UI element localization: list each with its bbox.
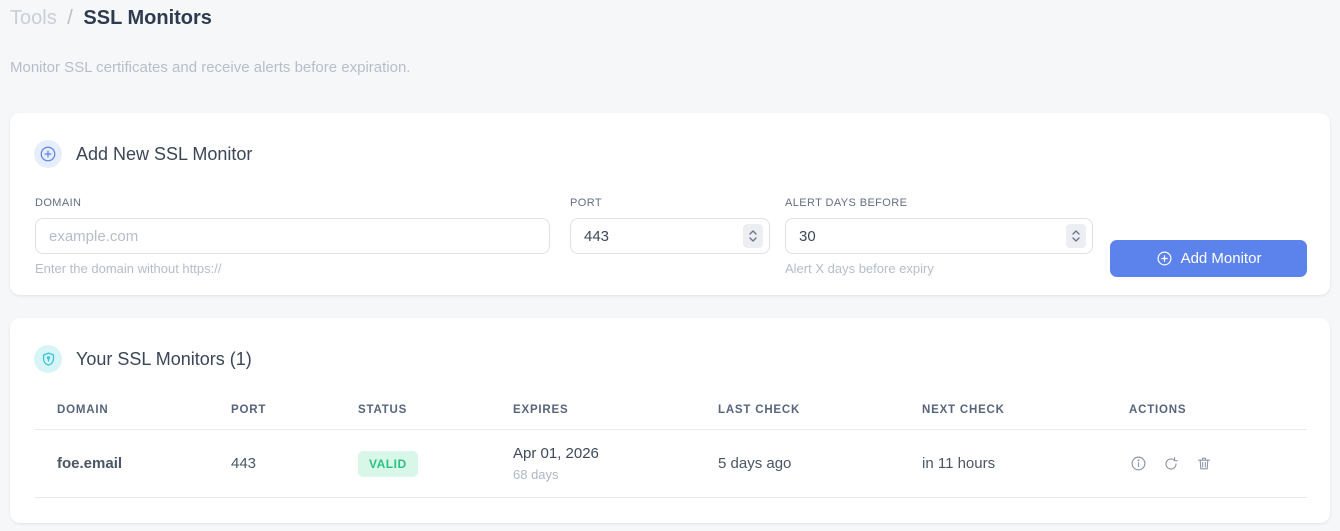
column-header-actions: ACTIONS [1107, 404, 1307, 430]
plus-circle-icon [1156, 250, 1173, 267]
domain-field-group: DOMAIN Enter the domain without https:// [35, 197, 550, 276]
refresh-button[interactable] [1162, 455, 1180, 473]
breadcrumb-separator: / [67, 7, 73, 29]
column-header-domain: DOMAIN [35, 404, 209, 430]
delete-button[interactable] [1195, 455, 1213, 473]
alert-days-helper-text: Alert X days before expiry [785, 261, 934, 276]
add-monitor-card-title: Add New SSL Monitor [76, 143, 253, 164]
monitors-card-header: Your SSL Monitors (1) [34, 345, 252, 373]
info-icon [1130, 455, 1147, 472]
column-header-port: PORT [209, 404, 336, 430]
add-monitor-button-label: Add Monitor [1180, 250, 1262, 267]
alert-days-stepper[interactable] [1066, 224, 1086, 248]
column-header-expires: EXPIRES [491, 404, 696, 430]
domain-input[interactable] [35, 218, 550, 254]
shield-icon [34, 345, 62, 373]
table-header-row: DOMAIN PORT STATUS EXPIRES LAST CHECK NE… [35, 404, 1307, 430]
alert-days-label: ALERT DAYS BEFORE [785, 197, 908, 209]
monitor-domain: foe.email [35, 429, 209, 498]
trash-icon [1196, 455, 1212, 472]
breadcrumb: Tools / SSL Monitors [10, 7, 212, 30]
alert-days-input[interactable] [785, 218, 1093, 254]
table-row: foe.email 443 VALID Apr 01, 2026 68 days… [35, 429, 1307, 498]
domain-helper-text: Enter the domain without https:// [35, 261, 222, 276]
add-monitor-card-header: Add New SSL Monitor [34, 140, 252, 168]
port-label: PORT [570, 197, 602, 209]
domain-label: DOMAIN [35, 197, 82, 209]
monitor-next-check: in 11 hours [900, 429, 1107, 498]
port-stepper[interactable] [743, 224, 763, 248]
info-button[interactable] [1129, 455, 1147, 473]
monitors-card: Your SSL Monitors (1) DOMAIN PORT STATUS… [10, 318, 1330, 523]
page-title: SSL Monitors [83, 7, 212, 29]
alert-days-field-group: ALERT DAYS BEFORE Alert X days before ex… [785, 197, 1093, 276]
breadcrumb-tools[interactable]: Tools [10, 7, 57, 29]
column-header-status: STATUS [336, 404, 491, 430]
page-subtitle: Monitor SSL certificates and receive ale… [10, 59, 411, 76]
monitor-expires-days: 68 days [513, 467, 559, 482]
column-header-last-check: LAST CHECK [696, 404, 900, 430]
row-actions [1129, 455, 1307, 473]
monitor-port: 443 [209, 429, 336, 498]
monitor-expires-date: Apr 01, 2026 [513, 445, 599, 462]
column-header-next-check: NEXT CHECK [900, 404, 1107, 430]
monitors-table: DOMAIN PORT STATUS EXPIRES LAST CHECK NE… [35, 404, 1307, 498]
port-input[interactable] [570, 218, 770, 254]
monitors-card-title: Your SSL Monitors (1) [76, 348, 252, 369]
monitor-last-check: 5 days ago [696, 429, 900, 498]
add-monitor-button[interactable]: Add Monitor [1110, 240, 1307, 277]
status-badge: VALID [358, 450, 418, 477]
port-field-group: PORT [570, 197, 770, 254]
plus-circle-icon [34, 140, 62, 168]
refresh-icon [1163, 456, 1179, 472]
add-monitor-card: Add New SSL Monitor DOMAIN Enter the dom… [10, 113, 1330, 295]
